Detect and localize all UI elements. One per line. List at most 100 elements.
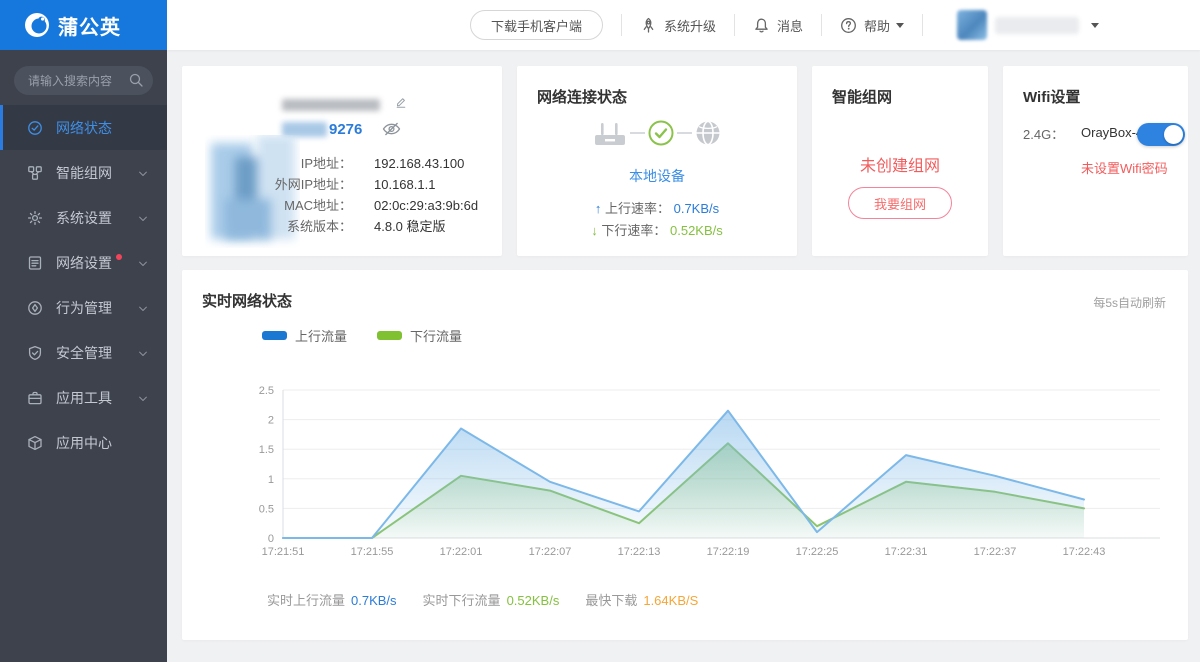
user-account-menu[interactable] bbox=[957, 10, 1099, 40]
chevron-down-icon bbox=[137, 257, 149, 269]
svg-text:17:22:25: 17:22:25 bbox=[796, 546, 839, 558]
card-title: Wifi设置 bbox=[1023, 86, 1080, 107]
card-title: 网络连接状态 bbox=[537, 86, 627, 107]
create-network-button[interactable]: 我要组网 bbox=[848, 187, 952, 219]
traffic-stat: 实时上行流量0.7KB/s bbox=[267, 593, 397, 608]
sidebar-item-label: 安全管理 bbox=[56, 343, 112, 363]
search-icon[interactable] bbox=[128, 72, 144, 88]
download-mobile-client-button[interactable]: 下载手机客户端 bbox=[470, 10, 603, 40]
traffic-stat: 实时下行流量 0.52KB/s bbox=[423, 593, 560, 608]
legend-swatch bbox=[262, 331, 287, 340]
stat-value: 0.52KB/s bbox=[507, 593, 560, 608]
realtime-network-card: 实时网络状态 每5s自动刷新 上行流量下行流量 00.511.522.517:2… bbox=[182, 270, 1188, 640]
sidebar-item-label: 行为管理 bbox=[56, 298, 112, 318]
up-rate-value: 0.7KB/s bbox=[674, 201, 720, 216]
app-logo[interactable]: 蒲公英 bbox=[0, 0, 167, 50]
caret-down-icon bbox=[1091, 23, 1099, 28]
stat-label: 实时下行流量 bbox=[423, 593, 501, 608]
sidebar-item-5[interactable]: 行为管理 bbox=[0, 285, 167, 330]
legend-swatch bbox=[377, 331, 402, 340]
device-sn-suffix: 9276 bbox=[329, 121, 362, 138]
sidebar-item-label: 网络设置 bbox=[56, 253, 112, 273]
nodes-icon bbox=[27, 165, 43, 181]
up-arrow-icon: ↑ bbox=[595, 201, 602, 216]
brand-name: 蒲公英 bbox=[58, 11, 121, 40]
svg-text:17:22:31: 17:22:31 bbox=[885, 546, 928, 558]
help-label: 帮助 bbox=[864, 16, 890, 35]
info-label: MAC地址： bbox=[182, 195, 352, 216]
messages-button[interactable]: 消息 bbox=[753, 16, 803, 35]
new-badge-dot bbox=[116, 254, 122, 260]
traffic-area-chart: 00.511.522.517:21:5117:21:5517:22:0117:2… bbox=[220, 370, 1180, 565]
svg-text:17:22:01: 17:22:01 bbox=[440, 546, 483, 558]
router-dashboard: 蒲公英 网络状态智能组网系统设置网络设置行为管理安全管理应用工具应用中心 下载手… bbox=[0, 0, 1200, 662]
chevron-down-icon bbox=[137, 212, 149, 224]
info-value: 192.168.43.100 bbox=[374, 153, 464, 174]
divider bbox=[821, 14, 822, 36]
edit-device-name-icon[interactable] bbox=[396, 96, 409, 110]
device-info-row: MAC地址：02:0c:29:a3:9b:6d bbox=[182, 195, 492, 216]
sidebar-item-1[interactable]: 网络状态 bbox=[0, 105, 167, 150]
wifi-password-warning-link[interactable]: 未设置Wifi密码 bbox=[1081, 158, 1168, 177]
caret-down-icon bbox=[896, 23, 904, 28]
speed-summary: ↑ 上行速率： 0.7KB/s ↓ 下行速率： 0.52KB/s bbox=[517, 198, 797, 242]
divider bbox=[621, 14, 622, 36]
chevron-down-icon bbox=[137, 167, 149, 179]
doc-icon bbox=[27, 255, 43, 271]
down-rate-label: 下行速率： bbox=[601, 223, 666, 238]
svg-text:2.5: 2.5 bbox=[259, 385, 274, 397]
sidebar-item-4[interactable]: 网络设置 bbox=[0, 240, 167, 285]
connection-diagram bbox=[517, 118, 797, 148]
question-circle-icon bbox=[840, 17, 857, 34]
up-rate-label: 上行速率： bbox=[605, 201, 670, 216]
local-device-link[interactable]: 本地设备 bbox=[517, 166, 797, 186]
username-redacted bbox=[995, 17, 1079, 34]
sidebar-item-7[interactable]: 应用工具 bbox=[0, 375, 167, 420]
bell-icon bbox=[753, 17, 770, 34]
chevron-down-icon bbox=[137, 347, 149, 359]
sidebar-item-label: 应用工具 bbox=[56, 388, 112, 408]
sidebar-item-8[interactable]: 应用中心 bbox=[0, 420, 167, 465]
toggle-knob bbox=[1164, 125, 1183, 144]
smart-networking-card: 智能组网 未创建组网 我要组网 bbox=[812, 66, 988, 256]
down-arrow-icon: ↓ bbox=[591, 223, 598, 238]
card-title: 智能组网 bbox=[832, 86, 892, 107]
info-label: IP地址： bbox=[182, 153, 352, 174]
wifi-toggle[interactable] bbox=[1137, 123, 1185, 146]
hide-sn-eye-icon[interactable] bbox=[382, 121, 401, 137]
wifi-2-4g-row: 2.4G： OrayBox-4G bbox=[1023, 124, 1185, 148]
svg-text:17:22:07: 17:22:07 bbox=[529, 546, 572, 558]
device-info-row: 系统版本：4.8.0 稳定版 bbox=[182, 216, 492, 237]
device-info-card: 9276 IP地址： 192.168.43.100 外网IP地址： 10.168.1.… bbox=[182, 66, 502, 256]
system-upgrade-button[interactable]: 系统升级 bbox=[640, 16, 716, 35]
sidebar-search bbox=[14, 66, 153, 95]
gauge-icon bbox=[27, 120, 43, 136]
legend-label: 下行流量 bbox=[410, 326, 462, 345]
chart-footer-stats: 实时上行流量0.7KB/s 实时下行流量 0.52KB/s 最快下载1.64KB/S bbox=[267, 590, 724, 609]
sidebar-item-label: 网络状态 bbox=[56, 118, 112, 138]
sidebar-item-2[interactable]: 智能组网 bbox=[0, 150, 167, 195]
sidebar-item-label: 智能组网 bbox=[56, 163, 112, 183]
messages-label: 消息 bbox=[777, 16, 803, 35]
device-info-list: IP地址：192.168.43.100外网IP地址：10.168.1.1MAC地… bbox=[182, 153, 492, 237]
chart-title: 实时网络状态 bbox=[202, 290, 292, 311]
info-value: 4.8.0 稳定版 bbox=[374, 216, 446, 237]
info-value: 10.168.1.1 bbox=[374, 174, 435, 195]
globe-icon bbox=[695, 120, 721, 146]
sidebar-item-6[interactable]: 安全管理 bbox=[0, 330, 167, 375]
network-connection-card: 网络连接状态 本地设备 ↑ bbox=[517, 66, 797, 256]
legend-item[interactable]: 上行流量 bbox=[262, 326, 347, 345]
divider bbox=[734, 14, 735, 36]
sidebar-item-3[interactable]: 系统设置 bbox=[0, 195, 167, 240]
svg-text:0: 0 bbox=[268, 533, 274, 545]
help-menu-button[interactable]: 帮助 bbox=[840, 16, 904, 35]
traffic-stat: 最快下载1.64KB/S bbox=[585, 593, 698, 608]
info-label: 外网IP地址： bbox=[182, 174, 352, 195]
stat-label: 实时上行流量 bbox=[267, 593, 345, 608]
avatar bbox=[957, 10, 987, 40]
legend-item[interactable]: 下行流量 bbox=[377, 326, 462, 345]
device-info-row: IP地址： 192.168.43.100 bbox=[182, 153, 492, 174]
svg-text:1: 1 bbox=[268, 474, 274, 486]
svg-text:17:21:55: 17:21:55 bbox=[351, 546, 394, 558]
chevron-down-icon bbox=[137, 392, 149, 404]
